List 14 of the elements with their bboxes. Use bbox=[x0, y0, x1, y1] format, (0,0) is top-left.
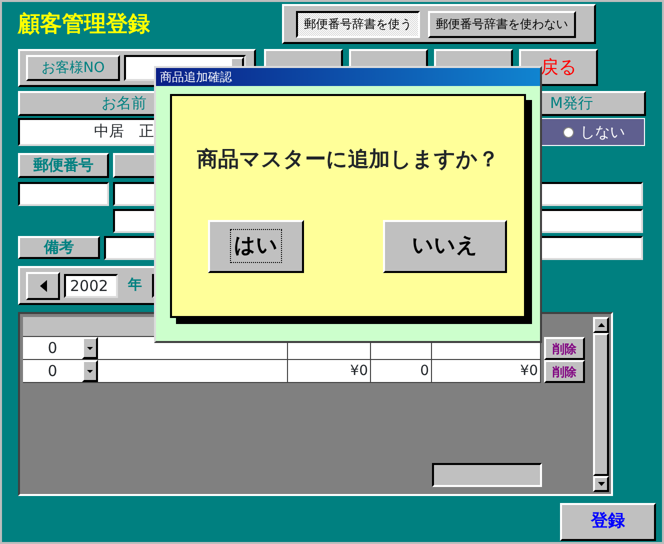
customer-no-label: お客様NO bbox=[26, 55, 120, 81]
quantity-cell: 0 bbox=[371, 360, 432, 383]
postal-label: 郵便番号 bbox=[18, 153, 109, 178]
form-title: 顧客管理登録 bbox=[18, 10, 151, 39]
code-value: 0 bbox=[46, 338, 58, 359]
radio-label: しない bbox=[580, 122, 625, 143]
year-unit: 年 bbox=[128, 276, 142, 295]
dialog-message: 商品マスターに追加しますか？ bbox=[197, 146, 499, 173]
total-cell: ¥0 bbox=[432, 360, 541, 383]
price-cell: ¥0 bbox=[288, 360, 371, 383]
dm-label: M発行 bbox=[540, 91, 646, 116]
dialog-title: 商品追加確認 bbox=[156, 68, 540, 86]
remarks-label: 備考 bbox=[18, 236, 100, 259]
code-value: 0 bbox=[46, 361, 58, 382]
